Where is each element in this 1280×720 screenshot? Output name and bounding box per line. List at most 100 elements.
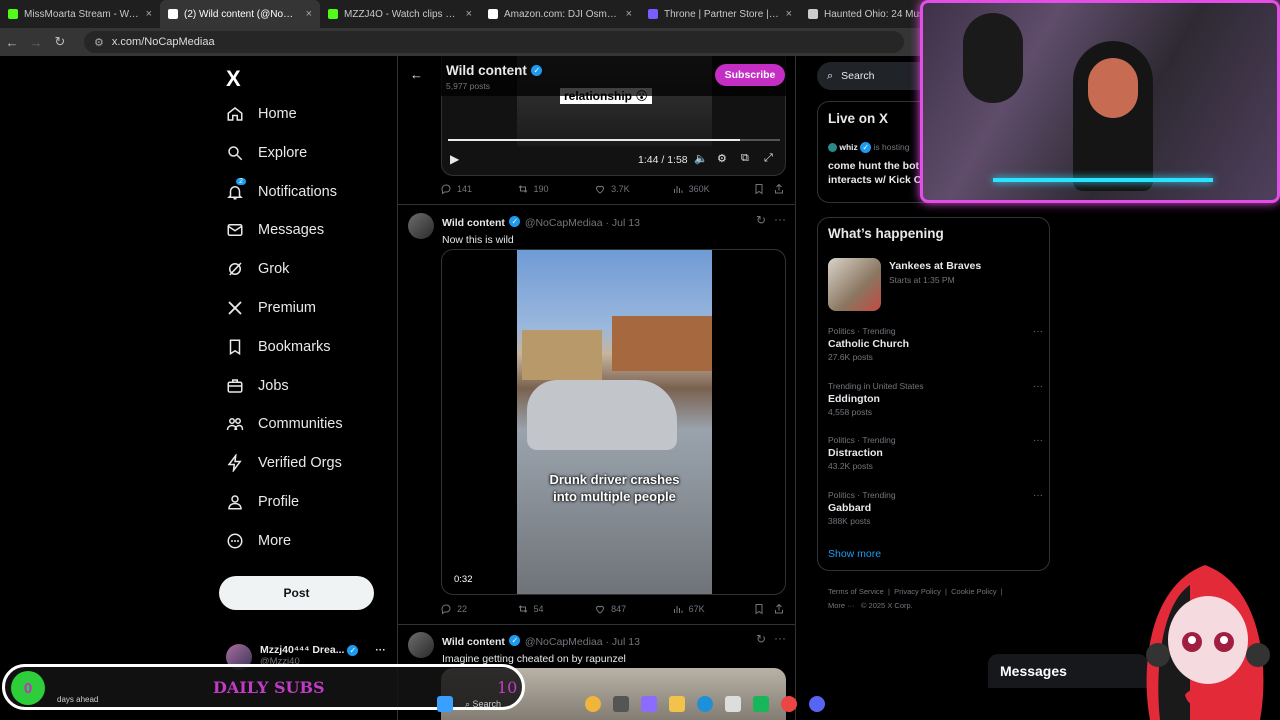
trend-item[interactable]: Politics · Trending Catholic Church 27.6K …: [828, 326, 1043, 362]
play-icon[interactable]: ▶: [450, 152, 459, 166]
avatar[interactable]: [408, 632, 434, 658]
trend-item[interactable]: Trending in United States Eddington 4,558 …: [828, 381, 1043, 417]
sidebar-item-verified-orgs[interactable]: Verified Orgs: [226, 454, 342, 473]
more-icon[interactable]: ···: [375, 644, 386, 656]
browser-tab[interactable]: MissMoarta Stream - Watch Li ×: [0, 0, 160, 28]
file-explorer-icon[interactable]: [669, 696, 686, 712]
forward-icon[interactable]: →: [24, 35, 48, 50]
like-icon[interactable]: 847: [594, 603, 672, 615]
avatar[interactable]: [408, 213, 434, 239]
views-icon[interactable]: 360K: [672, 183, 754, 195]
trend-item[interactable]: Politics · Trending Distraction 43.2K post…: [828, 435, 1043, 471]
reply-icon[interactable]: 141: [440, 183, 517, 195]
fullscreen-icon[interactable]: ⤢: [764, 152, 773, 165]
chrome-icon[interactable]: [781, 696, 798, 712]
search-placeholder: Search: [841, 70, 875, 82]
trend-posts: 27.6K posts: [828, 352, 873, 362]
more-icon[interactable]: ···: [1033, 490, 1043, 501]
url-field[interactable]: ⚙ x.com/NoCapMediaa: [84, 31, 904, 53]
share-icon[interactable]: [773, 603, 785, 615]
bookmark-icon[interactable]: [753, 603, 773, 615]
event-item[interactable]: Yankees at Braves Starts at 1:35 PM: [889, 260, 981, 285]
sidebar-item-communities[interactable]: Communities: [226, 415, 343, 433]
grok-icon[interactable]: ↻: [756, 213, 766, 227]
show-more-link[interactable]: Show more: [828, 548, 881, 560]
repost-icon[interactable]: 54: [517, 603, 595, 615]
mascot-sticker: [1146, 565, 1270, 720]
sidebar-item-home[interactable]: Home: [226, 105, 297, 123]
close-icon[interactable]: ×: [786, 8, 792, 20]
video-progress-track[interactable]: [448, 139, 780, 141]
bookmark-icon[interactable]: [753, 183, 773, 195]
close-icon[interactable]: ×: [626, 8, 632, 20]
grok-icon[interactable]: ↻: [756, 632, 766, 646]
browser-tab[interactable]: (2) Wild content (@NoCapMed ×: [160, 0, 320, 28]
more-icon[interactable]: ···: [774, 212, 786, 226]
footer-more-link[interactable]: More ···: [828, 601, 855, 610]
site-info-icon[interactable]: ⚙: [94, 36, 104, 49]
sidebar-item-bookmarks[interactable]: Bookmarks: [226, 338, 331, 356]
x-logo[interactable]: X: [226, 66, 241, 92]
sidebar-item-explore[interactable]: Explore: [226, 144, 307, 162]
sidebar-item-jobs[interactable]: Jobs: [226, 377, 289, 395]
privacy-link[interactable]: Privacy Policy: [894, 587, 941, 596]
sidebar-item-grok[interactable]: Grok: [226, 260, 289, 278]
browser-tab[interactable]: MZZJ4O - Watch clips on Kick ×: [320, 0, 480, 28]
settings-icon[interactable]: ⚙: [717, 152, 727, 165]
repost-icon[interactable]: 190: [517, 183, 595, 195]
more-icon[interactable]: ···: [1033, 435, 1043, 446]
cookie-link[interactable]: Cookie Policy: [951, 587, 996, 596]
event-thumbnail[interactable]: [828, 258, 881, 311]
task-view-icon[interactable]: [613, 696, 630, 712]
video-player[interactable]: Drunk driver crashes into multiple peopl…: [441, 249, 786, 595]
views-icon[interactable]: 67K: [672, 603, 754, 615]
tweet-author[interactable]: Wild content: [442, 636, 505, 648]
terms-link[interactable]: Terms of Service: [828, 587, 884, 596]
sidebar-item-premium[interactable]: Premium: [226, 299, 316, 317]
sidebar-item-more[interactable]: More: [226, 532, 291, 550]
sidebar-item-profile[interactable]: Profile: [226, 493, 299, 511]
more-icon[interactable]: ···: [774, 631, 786, 645]
edge-icon[interactable]: [697, 696, 714, 712]
like-icon[interactable]: 3.7K: [594, 183, 672, 195]
pip-icon[interactable]: ⧉: [741, 152, 749, 165]
close-icon[interactable]: ×: [146, 8, 152, 20]
weather-icon[interactable]: [585, 696, 602, 712]
reply-icon[interactable]: 22: [440, 603, 517, 615]
discord-icon[interactable]: [809, 696, 826, 712]
close-icon[interactable]: ×: [466, 8, 472, 20]
tweet-author[interactable]: Wild content: [442, 217, 505, 229]
post-button[interactable]: Post: [219, 576, 374, 610]
verified-badge-icon: ✓: [509, 635, 521, 647]
messages-drawer[interactable]: Messages: [988, 654, 1148, 688]
trend-name: Eddington: [828, 392, 880, 405]
live-line-1: come hunt the bot: [828, 160, 919, 172]
windows-start-icon[interactable]: [437, 696, 453, 712]
close-icon[interactable]: ×: [306, 8, 312, 20]
subs-subtitle: days ahead: [57, 695, 99, 704]
reload-icon[interactable]: ↻: [48, 34, 72, 50]
more-icon[interactable]: ···: [1033, 381, 1043, 392]
browser-tab[interactable]: Amazon.com: DJI Osmo Mobile ×: [480, 0, 640, 28]
store-icon[interactable]: [725, 696, 742, 712]
sidebar-item-label: Premium: [258, 300, 317, 316]
sidebar-item-notifications[interactable]: 2 Notifications: [226, 177, 337, 201]
trend-item[interactable]: Politics · Trending Gabbard 388K posts ···: [828, 490, 1043, 526]
sidebar-item-messages[interactable]: Messages: [226, 221, 324, 239]
more-icon[interactable]: ···: [1033, 326, 1043, 337]
tweet-actions: 141 190 3.7K 360K: [440, 183, 785, 195]
taskbar-search[interactable]: ⌕ Search: [465, 699, 501, 710]
back-icon[interactable]: ←: [0, 35, 24, 50]
subscribe-button[interactable]: Subscribe: [715, 64, 785, 86]
back-arrow-icon[interactable]: ←: [410, 67, 423, 82]
tweet[interactable]: Wild content ✓ @NoCapMediaa · Jul 13 Ima…: [408, 632, 640, 665]
volume-icon[interactable]: 🔈: [694, 152, 708, 165]
trend-category: Politics · Trending: [828, 326, 896, 336]
sidebar-item-label: Home: [258, 106, 297, 122]
share-icon[interactable]: [773, 183, 785, 195]
browser-tab[interactable]: Throne | Partner Store | Browse ×: [640, 0, 800, 28]
copilot-icon[interactable]: [641, 696, 658, 712]
app-icon[interactable]: [753, 696, 770, 712]
tweet[interactable]: Wild content ✓ @NoCapMediaa · Jul 13 Now…: [408, 213, 640, 246]
search-icon: ⌕: [827, 69, 834, 82]
